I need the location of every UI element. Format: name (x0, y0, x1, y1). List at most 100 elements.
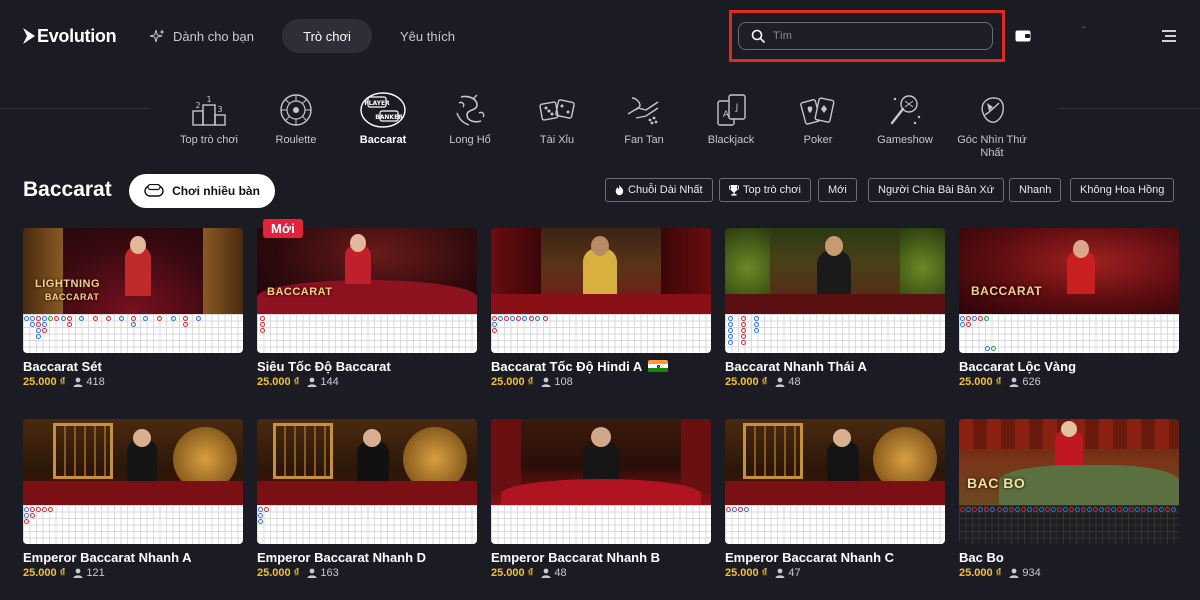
user-icon (1009, 568, 1019, 578)
nav-games[interactable]: Trò chơi (282, 19, 372, 53)
category-label: Poker (803, 134, 833, 146)
game-card-baccarat-set[interactable]: LIGHTNING BACCARAT Baccarat Sét 25.000 ₫… (23, 228, 243, 388)
game-player-count: 47 (775, 567, 801, 579)
nav-favorites[interactable]: Yêu thích (400, 19, 455, 53)
category-roulette[interactable]: Roulette (256, 92, 336, 147)
category-fan-tan[interactable]: Fan Tan (604, 92, 684, 147)
live-table-scene: BACCARAT (257, 228, 477, 314)
game-thumbnail[interactable] (725, 228, 945, 353)
game-card-emperor-baccarat-d[interactable]: Emperor Baccarat Nhanh D 25.000 ₫ 163 (257, 419, 477, 579)
game-player-count: 163 (307, 567, 339, 579)
filter-new[interactable]: Mới (818, 178, 857, 202)
user-icon (307, 568, 317, 578)
svg-text:PLAYER: PLAYER (364, 100, 390, 107)
live-table-scene (725, 228, 945, 314)
game-name-text: Siêu Tốc Độ Baccarat (257, 358, 391, 374)
game-name-text: Baccarat Nhanh Thái A (725, 358, 867, 374)
category-label: Top trò chơi (180, 134, 238, 146)
game-name[interactable]: Emperor Baccarat Nhanh C (725, 549, 945, 565)
category-top-games[interactable]: 1 2 3 Top trò chơi (169, 92, 249, 147)
game-min-bet: 25.000 ₫ (959, 567, 1002, 579)
live-table-scene (491, 228, 711, 314)
game-card-bac-bo[interactable]: BAC BO Bac Bo 25.000 ₫ 934 (959, 419, 1179, 579)
filter-longest-streak[interactable]: Chuỗi Dài Nhất (605, 178, 713, 202)
game-name[interactable]: Siêu Tốc Độ Baccarat (257, 358, 477, 374)
game-name[interactable]: Emperor Baccarat Nhanh D (257, 549, 477, 565)
filter-no-commission[interactable]: Không Hoa Hồng (1070, 178, 1175, 202)
game-thumbnail[interactable] (725, 419, 945, 544)
player-count-text: 121 (86, 567, 105, 579)
game-name[interactable]: Baccarat Lộc Vàng (959, 358, 1179, 374)
game-card-golden-wealth-baccarat[interactable]: BACCARAT Baccarat Lộc Vàng 25.000 ₫ 626 (959, 228, 1179, 388)
game-thumbnail[interactable] (23, 419, 243, 544)
search-input[interactable] (773, 30, 973, 42)
game-roadmap (23, 314, 243, 353)
game-name[interactable]: Baccarat Nhanh Thái A (725, 358, 945, 374)
game-card-speed-baccarat-hindi-a[interactable]: Baccarat Tốc Độ Hindi A 25.000 ₫ 108 (491, 228, 711, 388)
category-gameshow[interactable]: Gameshow (865, 92, 945, 147)
filter-fast[interactable]: Nhanh (1009, 178, 1062, 202)
category-first-person[interactable]: Góc Nhìn Thứ Nhất (952, 92, 1032, 160)
game-roadmap (725, 314, 945, 353)
game-card-speed-baccarat[interactable]: BACCARAT Siêu Tốc Độ Baccarat 25.000 ₫ 1… (257, 228, 477, 388)
game-min-bet: 25.000 ₫ (23, 376, 66, 388)
live-table-scene: LIGHTNING BACCARAT (23, 228, 243, 314)
game-thumbnail[interactable] (491, 419, 711, 544)
category-label: Baccarat (359, 134, 407, 146)
game-roadmap (491, 314, 711, 353)
game-card-speed-baccarat-thai-a[interactable]: Baccarat Nhanh Thái A 25.000 ₫ 48 (725, 228, 945, 388)
game-name-text: Baccarat Sét (23, 358, 102, 374)
game-player-count: 934 (1009, 567, 1041, 579)
top-header: Evolution Dành cho bạn Trò chơi Yêu thíc… (0, 0, 1200, 72)
game-card-emperor-baccarat-b[interactable]: Emperor Baccarat Nhanh B 25.000 ₫ 48 (491, 419, 711, 579)
category-label: Blackjack (707, 134, 755, 146)
category-label: Góc Nhìn Thứ Nhất (957, 134, 1027, 159)
game-thumbnail[interactable]: BAC BO (959, 419, 1179, 544)
category-poker[interactable]: Poker (778, 92, 858, 147)
game-name[interactable]: Baccarat Sét (23, 358, 243, 374)
filter-native-dealer[interactable]: Người Chia Bài Bản Xứ (868, 178, 1005, 202)
game-name[interactable]: Emperor Baccarat Nhanh A (23, 549, 243, 565)
filter-top-games[interactable]: Top trò chơi (719, 178, 811, 202)
game-card-emperor-baccarat-c[interactable]: Emperor Baccarat Nhanh C 25.000 ₫ 47 (725, 419, 945, 579)
category-blackjack[interactable]: A J Blackjack (691, 92, 771, 147)
player-count-text: 163 (320, 567, 339, 579)
game-name-text: Baccarat Tốc Độ Hindi A (491, 358, 643, 374)
game-roadmap (23, 505, 243, 544)
game-thumbnail[interactable] (257, 419, 477, 544)
game-name[interactable]: Emperor Baccarat Nhanh B (491, 549, 711, 565)
game-thumbnail[interactable]: BACCARAT (959, 228, 1179, 353)
game-thumbnail[interactable]: BACCARAT (257, 228, 477, 353)
live-table-scene (491, 419, 711, 509)
game-thumbnail[interactable] (491, 228, 711, 353)
game-name-text: Emperor Baccarat Nhanh C (725, 549, 895, 565)
multi-table-label: Chơi nhiều bàn (172, 184, 260, 198)
search-box[interactable] (738, 22, 993, 50)
multi-table-icon (144, 184, 164, 197)
menu-icon[interactable] (1162, 30, 1176, 42)
evolution-logo[interactable]: Evolution (23, 24, 117, 48)
game-card-emperor-baccarat-a[interactable]: Emperor Baccarat Nhanh A 25.000 ₫ 121 (23, 419, 243, 579)
player-banker-icon: PLAYER BANKER (360, 92, 406, 128)
nav-for-you[interactable]: Dành cho bạn (150, 19, 254, 53)
game-name[interactable]: Baccarat Tốc Độ Hindi A (491, 358, 711, 374)
svg-text:J: J (735, 103, 739, 113)
wallet-icon[interactable] (1015, 30, 1031, 42)
game-thumbnail[interactable]: LIGHTNING BACCARAT (23, 228, 243, 353)
dragon-tiger-icon (456, 94, 485, 126)
category-baccarat[interactable]: PLAYER BANKER Baccarat (343, 92, 423, 147)
evolution-logo-icon (23, 28, 35, 44)
multi-table-button[interactable]: Chơi nhiều bàn (129, 174, 275, 208)
game-min-bet: 25.000 ₫ (23, 567, 66, 579)
game-name[interactable]: Bac Bo (959, 549, 1179, 565)
game-player-count: 48 (775, 376, 801, 388)
category-sic-bo[interactable]: Tài Xỉu (517, 92, 597, 147)
category-dragon-tiger[interactable]: Long Hổ (430, 92, 510, 147)
category-divider-left (0, 108, 150, 109)
game-min-bet: 25.000 ₫ (725, 376, 768, 388)
filter-label: Nhanh (1019, 184, 1052, 196)
game-min-bet: 25.000 ₫ (257, 567, 300, 579)
game-player-count: 121 (73, 567, 105, 579)
svg-text:3: 3 (217, 105, 222, 114)
svg-text:BANKER: BANKER (375, 114, 403, 121)
